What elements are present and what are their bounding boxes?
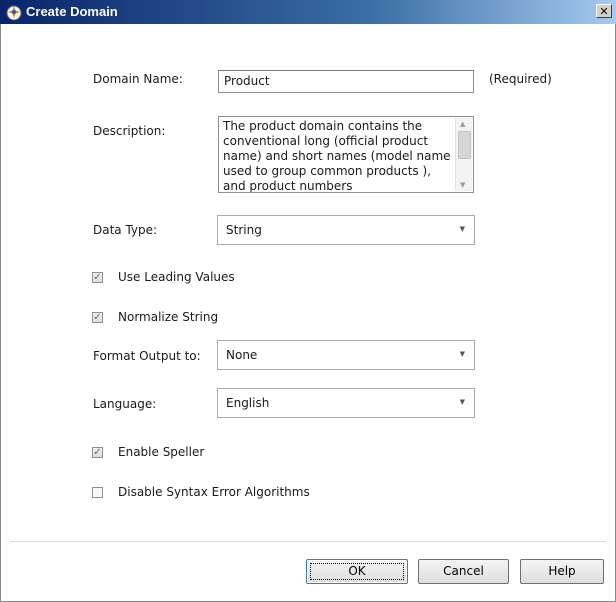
language-label: Language: <box>93 397 157 411</box>
enable-speller-checkbox[interactable]: ✓ <box>92 447 103 458</box>
chevron-down-icon: ▼ <box>459 398 465 406</box>
data-type-value: String <box>226 223 262 237</box>
use-leading-values-checkbox[interactable]: ✓ <box>92 272 103 283</box>
description-value: The product domain contains the conventi… <box>223 119 451 193</box>
chevron-down-icon: ▼ <box>459 350 465 358</box>
format-output-select[interactable]: None ▼ <box>217 340 475 370</box>
disable-syntax-label: Disable Syntax Error Algorithms <box>118 485 310 499</box>
ok-button[interactable]: OK <box>306 559 408 584</box>
window-border-left <box>0 24 1 602</box>
checkmark-icon: ✓ <box>93 272 102 283</box>
data-type-select[interactable]: String ▼ <box>217 215 475 245</box>
cancel-button-label: Cancel <box>443 564 484 578</box>
data-type-label: Data Type: <box>93 223 158 237</box>
domain-app-icon <box>6 5 22 21</box>
checkmark-icon: ✓ <box>93 312 102 323</box>
domain-name-label: Domain Name: <box>93 72 183 86</box>
description-label: Description: <box>93 124 166 138</box>
description-input[interactable]: The product domain contains the conventi… <box>218 116 474 193</box>
language-value: English <box>226 396 270 410</box>
scroll-thumb[interactable] <box>458 131 471 159</box>
scroll-up-icon[interactable]: ▲ <box>460 120 465 128</box>
format-output-label: Format Output to: <box>93 349 201 363</box>
cancel-button[interactable]: Cancel <box>418 559 509 584</box>
format-output-value: None <box>226 348 258 362</box>
scroll-down-icon[interactable]: ▼ <box>460 181 465 189</box>
normalize-string-checkbox[interactable]: ✓ <box>92 312 103 323</box>
domain-name-input[interactable]: Product <box>218 70 474 93</box>
footer-divider <box>10 541 606 542</box>
use-leading-values-label: Use Leading Values <box>118 270 235 284</box>
ok-button-label: OK <box>348 564 366 578</box>
chevron-down-icon: ▼ <box>459 225 465 233</box>
title-bar: Create Domain ✕ <box>0 0 616 24</box>
window-title: Create Domain <box>26 4 118 19</box>
required-note: (Required) <box>489 72 552 86</box>
enable-speller-label: Enable Speller <box>118 445 205 459</box>
close-icon[interactable]: ✕ <box>596 4 612 18</box>
language-select[interactable]: English ▼ <box>217 388 475 418</box>
checkmark-icon: ✓ <box>93 447 102 458</box>
description-scrollbar[interactable]: ▲ ▼ <box>455 118 472 191</box>
domain-name-value: Product <box>224 74 270 88</box>
disable-syntax-checkbox[interactable] <box>92 487 103 498</box>
help-button[interactable]: Help <box>520 559 604 584</box>
help-button-label: Help <box>548 564 576 578</box>
normalize-string-label: Normalize String <box>118 310 219 324</box>
